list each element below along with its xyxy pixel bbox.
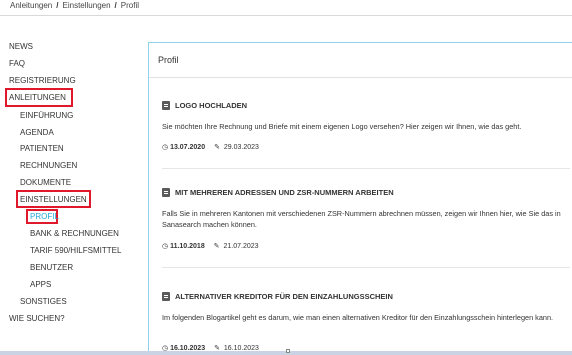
sidebar-item-wie-suchen[interactable]: WIE SUCHEN? xyxy=(9,313,65,324)
sidebar-item-einfuehrung[interactable]: EINFÜHRUNG xyxy=(20,110,73,121)
pencil-icon: ✎ xyxy=(214,144,220,151)
panel-title: Profil xyxy=(158,55,179,65)
article-updated-date: 29.03.2023 xyxy=(223,144,259,151)
article-excerpt: Im folgenden Blogartikel geht es darum, … xyxy=(162,313,554,322)
profil-panel: Profil LOGO HOCHLADEN Sie möchten Ihre R… xyxy=(148,42,572,355)
sidebar-item-benutzer[interactable]: BENUTZER xyxy=(30,262,73,273)
article-updated-date: 21.07.2023 xyxy=(223,243,259,250)
article-excerpt: Falls Sie in mehreren Kantonen mit versc… xyxy=(162,209,561,229)
article-title[interactable]: MIT MEHREREN ADRESSEN UND ZSR-NUMMERN AR… xyxy=(175,188,394,197)
article-meta: ◷ 13.07.2020 ✎ 29.03.2023 xyxy=(162,143,259,151)
pencil-icon: ✎ xyxy=(213,243,220,250)
clock-icon: ◷ xyxy=(162,144,169,151)
article-title[interactable]: ALTERNATIVER KREDITOR FÜR DEN EINZAHLUNG… xyxy=(175,292,393,301)
sidebar-item-dokumente[interactable]: DOKUMENTE xyxy=(20,177,71,188)
article-meta: ◷ 11.10.2018 ✎ 21.07.2023 xyxy=(162,242,259,250)
sidebar-item-apps[interactable]: APPS xyxy=(30,279,51,290)
article-separator xyxy=(162,168,570,169)
sidebar-item-agenda[interactable]: AGENDA xyxy=(20,127,54,138)
article-created-date: 13.07.2020 xyxy=(170,144,206,151)
breadcrumb-separator: / xyxy=(114,1,117,10)
sidebar-item-bank-rechnungen[interactable]: BANK & RECHNUNGEN xyxy=(30,228,119,239)
sidebar-item-sonstiges[interactable]: SONSTIGES xyxy=(20,296,67,307)
article-excerpt: Sie möchten Ihre Rechnung und Briefe mit… xyxy=(162,122,522,131)
breadcrumb-separator: / xyxy=(56,1,59,10)
sidebar-item-registrierung[interactable]: REGISTRIERUNG xyxy=(9,75,76,86)
sidebar-item-tarif-590[interactable]: TARIF 590/HILFSMITTEL xyxy=(30,245,121,256)
document-icon xyxy=(162,188,170,197)
sidebar-item-faq[interactable]: FAQ xyxy=(9,58,25,69)
scrollbar-handle[interactable] xyxy=(286,349,290,353)
article-title[interactable]: LOGO HOCHLADEN xyxy=(175,101,247,110)
panel-divider xyxy=(149,77,572,78)
article-created-date: 11.10.2018 xyxy=(170,243,205,250)
document-icon xyxy=(162,101,170,110)
breadcrumb: Anleitungen / Einstellungen / Profil xyxy=(10,1,139,10)
breadcrumb-einstellungen[interactable]: Einstellungen xyxy=(63,1,111,10)
document-icon xyxy=(162,292,170,301)
sidebar-item-profil[interactable]: PROFIL xyxy=(30,211,59,222)
breadcrumb-profil: Profil xyxy=(120,1,140,10)
top-bar: Anleitungen / Einstellungen / Profil xyxy=(0,0,572,16)
sidebar-item-patienten[interactable]: PATIENTEN xyxy=(20,143,64,154)
sidebar-item-anleitungen[interactable]: ANLEITUNGEN xyxy=(9,92,66,103)
clock-icon: ◷ xyxy=(162,243,169,250)
sidebar-item-news[interactable]: NEWS xyxy=(9,41,33,52)
breadcrumb-anleitungen[interactable]: Anleitungen xyxy=(10,1,52,10)
sidebar-item-rechnungen[interactable]: RECHNUNGEN xyxy=(20,160,77,171)
article-separator xyxy=(162,267,570,268)
sidebar-item-einstellungen[interactable]: EINSTELLUNGEN xyxy=(20,194,87,205)
